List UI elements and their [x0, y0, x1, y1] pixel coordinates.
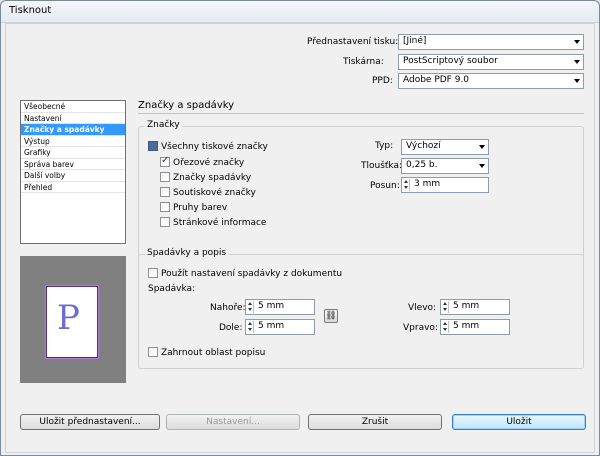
all-marks-checkbox[interactable]: Všechny tiskové značky: [148, 141, 268, 152]
weight-select[interactable]: 0,25 b.: [401, 158, 489, 174]
use-document-bleed-label: Použít nastavení spadávky z dokumentu: [161, 269, 343, 279]
bleed-marks-label: Značky spadávky: [173, 173, 252, 183]
use-document-bleed-box: [148, 268, 158, 278]
offset-value: 3 mm: [414, 179, 441, 189]
page-info-checkbox[interactable]: Stránkové informace: [160, 217, 266, 228]
registration-marks-label: Soutiskové značky: [173, 188, 256, 198]
bleed-left-label: Vlevo:: [408, 303, 437, 313]
all-marks-box: [148, 141, 158, 151]
page-preview: P: [20, 256, 126, 383]
preset-value: [Jiné]: [403, 36, 427, 46]
crop-marks-label: Ořezové značky: [173, 158, 245, 168]
bleed-slug-legend: Spadávky a popis: [145, 248, 229, 258]
color-bars-checkbox[interactable]: Pruhy barev: [160, 202, 227, 213]
bleed-sublabel: Spadávka:: [148, 284, 196, 294]
stepper-arrows-icon[interactable]: [247, 321, 254, 333]
bleed-right-stepper[interactable]: 5 mm: [440, 319, 510, 335]
title-bar[interactable]: Tisknout: [1, 1, 599, 23]
bleed-top-label: Nahoře:: [210, 303, 246, 313]
color-bars-box: [160, 202, 170, 212]
sidebar-item-graphics[interactable]: Grafiky: [21, 147, 125, 159]
printer-value: PostScriptový soubor: [403, 56, 498, 66]
stepper-arrows-icon[interactable]: [442, 321, 449, 333]
ppd-label: PPD:: [372, 76, 393, 86]
preview-page: P: [45, 285, 99, 359]
sidebar-item-marks-and-bleed[interactable]: Značky a spadávky: [21, 124, 125, 136]
link-chain-icon[interactable]: ⛓: [324, 309, 338, 323]
printer-select[interactable]: PostScriptový soubor: [398, 54, 584, 70]
weight-label: Tloušťka:: [361, 161, 403, 171]
bleed-top-value: 5 mm: [258, 301, 285, 311]
marks-legend: Značky: [145, 120, 182, 130]
sidebar-item-general[interactable]: Všeobecné: [21, 101, 125, 113]
weight-value: 0,25 b.: [406, 160, 438, 170]
chevron-down-icon: [479, 164, 485, 168]
include-slug-checkbox[interactable]: Zahrnout oblast popisu: [148, 347, 265, 358]
offset-label: Posun:: [370, 181, 400, 191]
section-divider: [138, 113, 584, 114]
crop-marks-box: [160, 155, 170, 167]
ppd-select[interactable]: Adobe PDF 9.0: [398, 73, 584, 89]
chevron-down-icon: [479, 145, 485, 149]
sidebar-item-output[interactable]: Výstup: [21, 136, 125, 147]
bleed-right-value: 5 mm: [453, 321, 480, 331]
stepper-arrows-icon[interactable]: [442, 301, 449, 313]
preview-glyph: P: [57, 298, 80, 338]
printer-label: Tiskárna:: [343, 57, 384, 67]
use-document-bleed-checkbox[interactable]: Použít nastavení spadávky z dokumentu: [148, 268, 342, 279]
bleed-bottom-value: 5 mm: [258, 321, 285, 331]
print-dialog: Tisknout Přednastavení tisku: [Jiné] Tis…: [0, 0, 600, 456]
bleed-left-value: 5 mm: [453, 301, 480, 311]
dialog-body: Přednastavení tisku: [Jiné] Tiskárna: Po…: [5, 23, 595, 453]
ppd-value: Adobe PDF 9.0: [403, 75, 470, 85]
bleed-left-stepper[interactable]: 5 mm: [440, 299, 510, 315]
page-info-box: [160, 217, 170, 227]
chevron-down-icon: [574, 79, 580, 83]
sidebar-item-summary[interactable]: Přehled: [21, 182, 125, 193]
chevron-down-icon: [574, 60, 580, 64]
cancel-button[interactable]: Zrušit: [308, 414, 442, 430]
bleed-bottom-stepper[interactable]: 5 mm: [245, 319, 315, 335]
preset-label: Přednastavení tisku:: [307, 37, 399, 47]
all-marks-label: Všechny tiskové značky: [161, 142, 268, 152]
sidebar-item-color-management[interactable]: Správa barev: [21, 159, 125, 170]
color-bars-label: Pruhy barev: [173, 203, 228, 213]
sidebar-item-advanced[interactable]: Další volby: [21, 170, 125, 182]
crop-marks-checkbox[interactable]: Ořezové značky: [160, 155, 245, 168]
section-title: Značky a spadávky: [138, 100, 235, 111]
save-preset-button[interactable]: Uložit přednastavení...: [20, 414, 160, 430]
bleed-marks-checkbox[interactable]: Značky spadávky: [160, 172, 251, 183]
stepper-arrows-icon[interactable]: [403, 179, 410, 191]
type-select[interactable]: Výchozí: [401, 139, 489, 155]
bleed-right-label: Vpravo:: [403, 323, 438, 333]
type-label: Typ:: [375, 141, 394, 151]
category-list: Všeobecné Nastavení Značky a spadávky Vý…: [20, 100, 126, 244]
registration-marks-checkbox[interactable]: Soutiskové značky: [160, 187, 256, 198]
include-slug-label: Zahrnout oblast popisu: [161, 348, 266, 358]
include-slug-box: [148, 347, 158, 357]
bleed-top-stepper[interactable]: 5 mm: [245, 299, 315, 315]
sidebar-item-setup[interactable]: Nastavení: [21, 113, 125, 124]
preset-select[interactable]: [Jiné]: [398, 34, 584, 50]
chevron-down-icon: [574, 40, 580, 44]
setup-button[interactable]: Nastavení...: [166, 414, 300, 430]
registration-marks-box: [160, 187, 170, 197]
window-title: Tisknout: [9, 5, 52, 16]
offset-stepper[interactable]: 3 mm: [401, 177, 489, 193]
type-value: Výchozí: [406, 141, 441, 151]
page-info-label: Stránkové informace: [173, 218, 267, 228]
bleed-bottom-label: Dole:: [219, 323, 243, 333]
bleed-marks-box: [160, 172, 170, 182]
save-button[interactable]: Uložit: [452, 414, 586, 430]
stepper-arrows-icon[interactable]: [247, 301, 254, 313]
